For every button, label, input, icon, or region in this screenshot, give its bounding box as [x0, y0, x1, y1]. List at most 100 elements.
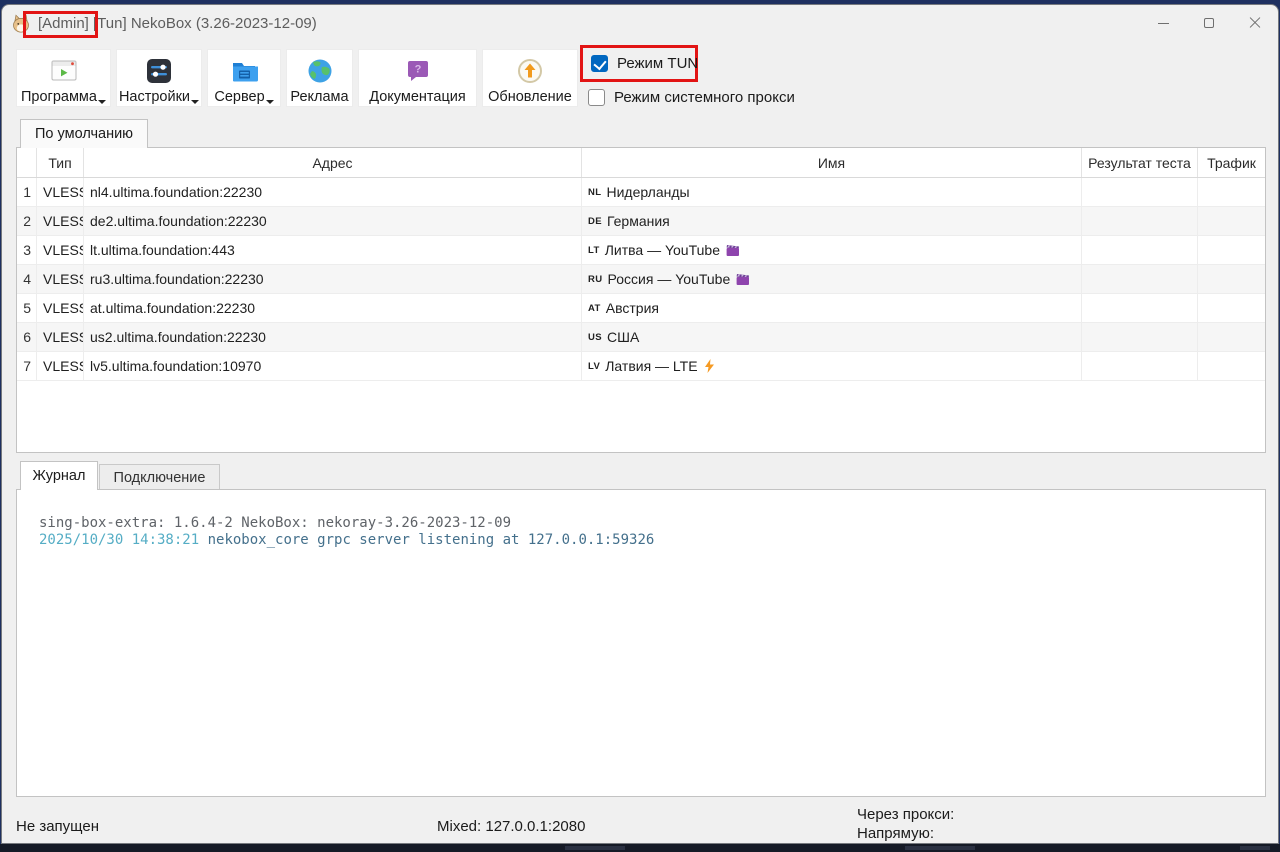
- status-traffic-labels: Через прокси: Напрямую:: [857, 805, 954, 843]
- window-title: [Admin] [Tun] NekoBox (3.26-2023-12-09): [38, 15, 317, 32]
- via-proxy-label: Через прокси:: [857, 805, 954, 824]
- toolbar-button-label: Программа: [21, 89, 97, 105]
- ads-button[interactable]: Реклама: [286, 49, 353, 107]
- tab-connection[interactable]: Подключение: [99, 464, 220, 490]
- row-number: 2: [17, 207, 37, 236]
- row-test-result: [1082, 323, 1198, 352]
- row-traffic: [1198, 323, 1265, 352]
- row-address: ru3.ultima.foundation:22230: [84, 265, 582, 294]
- program-menu-button[interactable]: Программа: [16, 49, 111, 107]
- country-code: NL: [588, 187, 601, 198]
- tab-log[interactable]: Журнал: [20, 461, 98, 490]
- server-row[interactable]: 7 VLESS lv5.ultima.foundation:10970 LV Л…: [17, 352, 1265, 381]
- server-name-text: США: [607, 329, 639, 345]
- row-test-result: [1082, 352, 1198, 381]
- row-number: 5: [17, 294, 37, 323]
- row-number: 4: [17, 265, 37, 294]
- checkbox-checked-icon[interactable]: [591, 55, 608, 72]
- row-name: DE Германия: [582, 207, 1082, 236]
- update-arrow-icon: [517, 56, 543, 86]
- row-address: at.ultima.foundation:22230: [84, 294, 582, 323]
- clapper-icon: [726, 244, 741, 257]
- row-name: NL Нидерланды: [582, 178, 1082, 207]
- server-name-text: Австрия: [606, 300, 659, 316]
- program-window-icon: [50, 56, 78, 86]
- header-address[interactable]: Адрес: [84, 148, 582, 177]
- server-row[interactable]: 4 VLESS ru3.ultima.foundation:22230 RU Р…: [17, 265, 1265, 294]
- server-row[interactable]: 1 VLESS nl4.ultima.foundation:22230 NL Н…: [17, 178, 1265, 207]
- row-traffic: [1198, 294, 1265, 323]
- documentation-button[interactable]: ? Документация: [358, 49, 477, 107]
- server-name-text: Латвия — LTE: [605, 358, 697, 374]
- toolbar-button-label: Обновление: [488, 89, 572, 105]
- minimize-icon: [1158, 23, 1169, 24]
- minimize-button[interactable]: [1140, 5, 1186, 41]
- system-proxy-label: Режим системного прокси: [614, 89, 795, 106]
- country-code: US: [588, 332, 602, 343]
- tab-label: Подключение: [114, 470, 206, 486]
- row-address: us2.ultima.foundation:22230: [84, 323, 582, 352]
- row-traffic: [1198, 265, 1265, 294]
- settings-menu-button[interactable]: Настройки: [116, 49, 202, 107]
- update-button[interactable]: Обновление: [482, 49, 578, 107]
- row-number: 7: [17, 352, 37, 381]
- row-test-result: [1082, 236, 1198, 265]
- header-traffic[interactable]: Трафик: [1198, 148, 1265, 177]
- taskbar-strip[interactable]: [0, 844, 1280, 852]
- server-row[interactable]: 5 VLESS at.ultima.foundation:22230 AT Ав…: [17, 294, 1265, 323]
- row-test-result: [1082, 178, 1198, 207]
- bolt-icon: [704, 359, 715, 373]
- server-menu-button[interactable]: Сервер: [207, 49, 281, 107]
- row-type: VLESS: [37, 323, 84, 352]
- direct-label: Напрямую:: [857, 824, 954, 843]
- row-address: lt.ultima.foundation:443: [84, 236, 582, 265]
- status-mixed-listen: Mixed: 127.0.0.1:2080: [437, 818, 585, 835]
- checkbox-unchecked-icon[interactable]: [588, 89, 605, 106]
- header-test-result[interactable]: Результат теста: [1082, 148, 1198, 177]
- row-name: AT Австрия: [582, 294, 1082, 323]
- server-name-text: Россия — YouTube: [608, 271, 731, 287]
- folder-icon: [230, 56, 258, 86]
- row-number: 3: [17, 236, 37, 265]
- server-table-header[interactable]: Тип Адрес Имя Результат теста Трафик: [17, 148, 1265, 178]
- system-proxy-checkbox[interactable]: Режим системного прокси: [588, 89, 795, 106]
- header-name[interactable]: Имя: [582, 148, 1082, 177]
- row-test-result: [1082, 294, 1198, 323]
- tab-default-profile[interactable]: По умолчанию: [20, 119, 148, 148]
- tun-mode-checkbox[interactable]: Режим TUN: [580, 45, 698, 82]
- server-row[interactable]: 6 VLESS us2.ultima.foundation:22230 US С…: [17, 323, 1265, 352]
- row-address: nl4.ultima.foundation:22230: [84, 178, 582, 207]
- row-traffic: [1198, 207, 1265, 236]
- clapper-icon: [736, 273, 751, 286]
- header-type[interactable]: Тип: [37, 148, 84, 177]
- dropdown-arrow-icon: [266, 100, 274, 104]
- dropdown-arrow-icon: [191, 100, 199, 104]
- toolbar-button-label: Сервер: [214, 89, 264, 105]
- server-row[interactable]: 3 VLESS lt.ultima.foundation:443 LT Литв…: [17, 236, 1265, 265]
- cat-icon: [10, 12, 32, 34]
- status-bar: Не запущен Mixed: 127.0.0.1:2080 Через п…: [2, 797, 1278, 844]
- log-line-version: sing-box-extra: 1.6.4-2 NekoBox: nekoray…: [39, 515, 1265, 532]
- row-type: VLESS: [37, 178, 84, 207]
- log-panel: sing-box-extra: 1.6.4-2 NekoBox: nekoray…: [16, 489, 1266, 797]
- header-rownum: [17, 148, 37, 177]
- settings-sliders-icon: [146, 56, 172, 86]
- close-button[interactable]: [1232, 5, 1278, 41]
- svg-text:?: ?: [414, 64, 421, 76]
- row-type: VLESS: [37, 294, 84, 323]
- country-code: LT: [588, 245, 600, 256]
- row-traffic: [1198, 236, 1265, 265]
- tab-label: Журнал: [33, 468, 86, 484]
- row-address: lv5.ultima.foundation:10970: [84, 352, 582, 381]
- server-table-body: 1 VLESS nl4.ultima.foundation:22230 NL Н…: [17, 178, 1265, 381]
- row-name: LV Латвия — LTE: [582, 352, 1082, 381]
- server-name-text: Германия: [607, 213, 670, 229]
- row-number: 1: [17, 178, 37, 207]
- titlebar[interactable]: [Admin] [Tun] NekoBox (3.26-2023-12-09): [2, 5, 1278, 41]
- server-row[interactable]: 2 VLESS de2.ultima.foundation:22230 DE Г…: [17, 207, 1265, 236]
- dropdown-arrow-icon: [98, 100, 106, 104]
- row-test-result: [1082, 265, 1198, 294]
- country-code: DE: [588, 216, 602, 227]
- maximize-button[interactable]: [1186, 5, 1232, 41]
- maximize-icon: [1204, 18, 1214, 28]
